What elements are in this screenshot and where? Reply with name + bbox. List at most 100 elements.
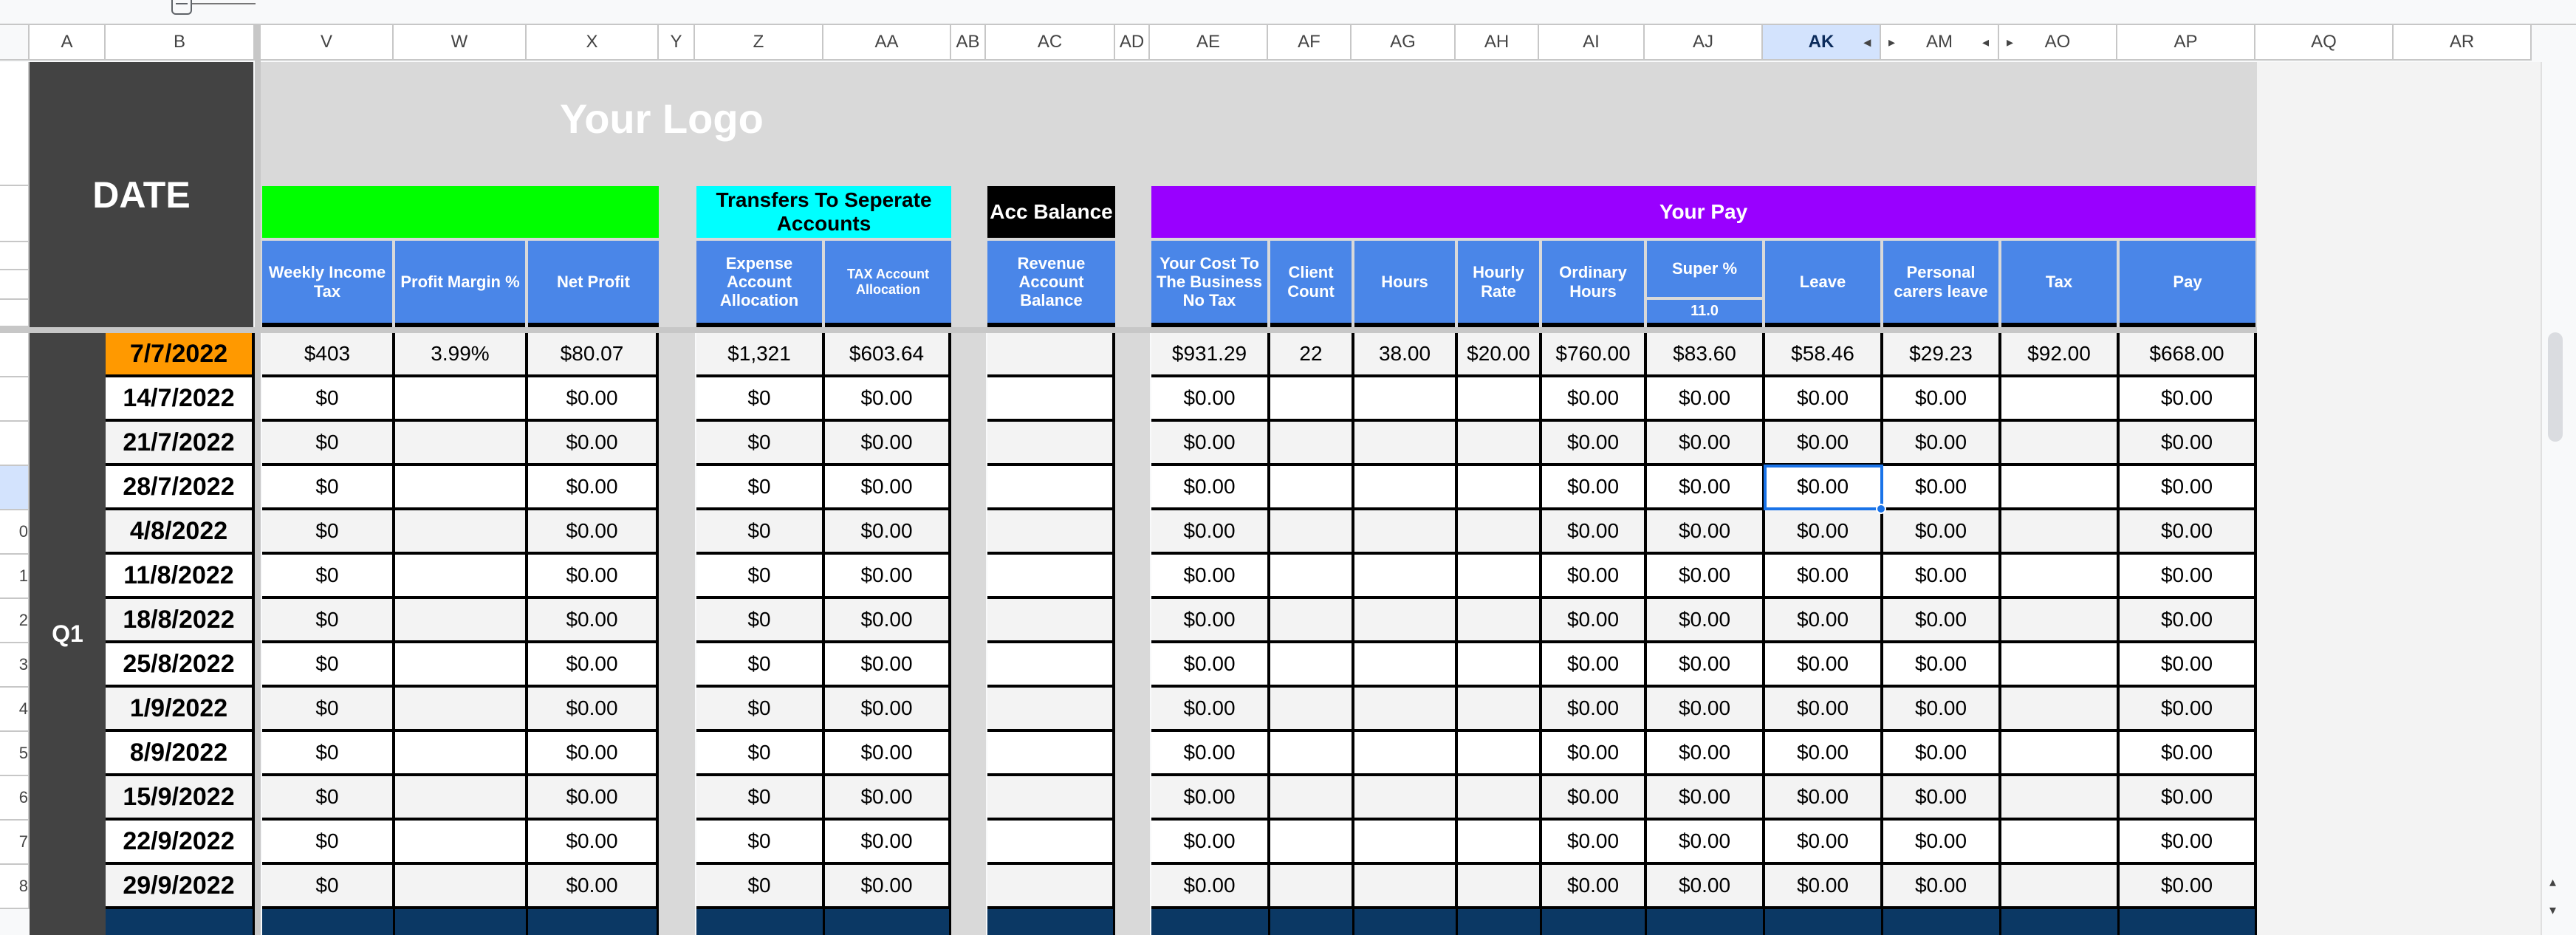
tax-cell[interactable] — [2001, 599, 2120, 643]
hours-cell[interactable] — [1354, 555, 1458, 599]
row-header[interactable]: 0 — [0, 510, 30, 555]
super-rate-value[interactable]: 11.0 — [1647, 300, 1762, 327]
column-header-x[interactable]: X — [527, 25, 659, 61]
row-header[interactable] — [0, 422, 30, 466]
weekly-income-tax-cell[interactable]: $0 — [262, 422, 395, 466]
tax-allocation-cell[interactable]: $0.00 — [825, 643, 951, 688]
super-cell[interactable]: $0.00 — [1647, 422, 1765, 466]
column-header-aq[interactable]: AQ — [2255, 25, 2394, 61]
weekly-income-tax-cell[interactable]: $403 — [262, 333, 395, 377]
ordinary-hours-cell[interactable]: $0.00 — [1542, 555, 1647, 599]
revenue-balance-cell[interactable] — [987, 377, 1115, 422]
super-cell[interactable]: $0.00 — [1647, 776, 1765, 821]
pay-cell[interactable]: $0.00 — [2120, 422, 2257, 466]
personal-carers-leave-cell[interactable]: $0.00 — [1883, 466, 2001, 510]
row-header[interactable]: 8 — [0, 865, 30, 909]
date-cell[interactable]: 1/9/2022 — [106, 688, 255, 732]
tax-cell[interactable] — [2001, 821, 2120, 865]
column-header-ak[interactable]: AK ◂ — [1763, 25, 1881, 61]
profit-margin-cell[interactable] — [395, 688, 528, 732]
net-profit-cell[interactable]: $0.00 — [528, 599, 659, 643]
column-header-am[interactable]: AM ◂ ▸ — [1881, 25, 1999, 61]
vertical-scrollbar-thumb[interactable] — [2548, 332, 2563, 442]
revenue-balance-cell[interactable] — [987, 466, 1115, 510]
column-header-af[interactable]: AF — [1268, 25, 1352, 61]
expense-allocation-cell[interactable]: $0 — [696, 865, 825, 909]
revenue-balance-cell[interactable] — [987, 510, 1115, 555]
profit-margin-cell[interactable] — [395, 865, 528, 909]
date-cell[interactable]: 15/9/2022 — [106, 776, 255, 821]
select-all-corner[interactable] — [0, 25, 30, 61]
client-count-cell[interactable] — [1270, 776, 1354, 821]
ordinary-hours-cell[interactable]: $0.00 — [1542, 643, 1647, 688]
hourly-rate-cell[interactable] — [1458, 688, 1542, 732]
profit-margin-cell[interactable] — [395, 377, 528, 422]
pay-cell[interactable]: $0.00 — [2120, 599, 2257, 643]
column-header-a[interactable]: A — [30, 25, 106, 61]
net-profit-cell[interactable]: $0.00 — [528, 821, 659, 865]
personal-carers-leave-cell[interactable]: $0.00 — [1883, 510, 2001, 555]
vertical-scrollbar[interactable] — [2541, 62, 2576, 935]
tax-cell[interactable]: $92.00 — [2001, 333, 2120, 377]
revenue-balance-cell[interactable] — [987, 865, 1115, 909]
super-cell[interactable]: $0.00 — [1647, 466, 1765, 510]
personal-carers-leave-cell[interactable]: $0.00 — [1883, 599, 2001, 643]
column-header-y[interactable]: Y — [659, 25, 695, 61]
leave-cell[interactable]: $58.46 — [1765, 333, 1883, 377]
column-header-aj[interactable]: AJ — [1645, 25, 1763, 61]
cost-to-business-cell[interactable]: $0.00 — [1151, 422, 1270, 466]
cost-to-business-cell[interactable]: $931.29 — [1151, 333, 1270, 377]
expense-allocation-cell[interactable]: $0 — [696, 688, 825, 732]
profit-margin-cell[interactable] — [395, 821, 528, 865]
tax-cell[interactable] — [2001, 732, 2120, 776]
row-header[interactable] — [0, 270, 30, 300]
tax-cell[interactable] — [2001, 555, 2120, 599]
tax-cell[interactable] — [2001, 377, 2120, 422]
date-cell[interactable]: 22/9/2022 — [106, 821, 255, 865]
client-count-cell[interactable]: 22 — [1270, 333, 1354, 377]
weekly-income-tax-cell[interactable]: $0 — [262, 732, 395, 776]
expand-right-icon[interactable]: ▸ — [1888, 35, 1895, 50]
net-profit-cell[interactable]: $0.00 — [528, 422, 659, 466]
tax-cell[interactable] — [2001, 466, 2120, 510]
super-cell[interactable]: $0.00 — [1647, 821, 1765, 865]
row-header[interactable] — [0, 300, 30, 327]
profit-margin-cell[interactable] — [395, 422, 528, 466]
expense-allocation-cell[interactable]: $0 — [696, 821, 825, 865]
tax-allocation-cell[interactable]: $0.00 — [825, 377, 951, 422]
ordinary-hours-cell[interactable]: $0.00 — [1542, 688, 1647, 732]
date-cell[interactable]: 28/7/2022 — [106, 466, 255, 510]
pay-cell[interactable]: $0.00 — [2120, 776, 2257, 821]
revenue-balance-cell[interactable] — [987, 422, 1115, 466]
expense-allocation-cell[interactable]: $0 — [696, 466, 825, 510]
hourly-rate-cell[interactable] — [1458, 776, 1542, 821]
column-header-ad[interactable]: AD — [1115, 25, 1150, 61]
hourly-rate-cell[interactable] — [1458, 377, 1542, 422]
hours-cell[interactable]: 38.00 — [1354, 333, 1458, 377]
column-header-b[interactable]: B — [106, 25, 255, 61]
row-header[interactable] — [0, 242, 30, 270]
personal-carers-leave-cell[interactable]: $0.00 — [1883, 865, 2001, 909]
expense-allocation-cell[interactable]: $0 — [696, 422, 825, 466]
revenue-balance-cell[interactable] — [987, 599, 1115, 643]
leave-cell[interactable]: $0.00 — [1765, 555, 1883, 599]
date-cell[interactable]: 11/8/2022 — [106, 555, 255, 599]
leave-cell[interactable]: $0.00 — [1765, 776, 1883, 821]
weekly-income-tax-cell[interactable]: $0 — [262, 555, 395, 599]
row-header[interactable]: 5 — [0, 732, 30, 776]
row-header[interactable] — [0, 62, 30, 186]
client-count-cell[interactable] — [1270, 865, 1354, 909]
scroll-down-icon[interactable]: ▾ — [2549, 903, 2556, 918]
cost-to-business-cell[interactable]: $0.00 — [1151, 555, 1270, 599]
column-header-ah[interactable]: AH — [1456, 25, 1539, 61]
weekly-income-tax-cell[interactable]: $0 — [262, 821, 395, 865]
group-collapse-icon[interactable] — [171, 0, 192, 15]
date-cell[interactable]: 21/7/2022 — [106, 422, 255, 466]
revenue-balance-cell[interactable] — [987, 333, 1115, 377]
hourly-rate-cell[interactable] — [1458, 643, 1542, 688]
expense-allocation-cell[interactable]: $0 — [696, 732, 825, 776]
cost-to-business-cell[interactable]: $0.00 — [1151, 776, 1270, 821]
tax-allocation-cell[interactable]: $0.00 — [825, 466, 951, 510]
tax-allocation-cell[interactable]: $0.00 — [825, 776, 951, 821]
hours-cell[interactable] — [1354, 510, 1458, 555]
